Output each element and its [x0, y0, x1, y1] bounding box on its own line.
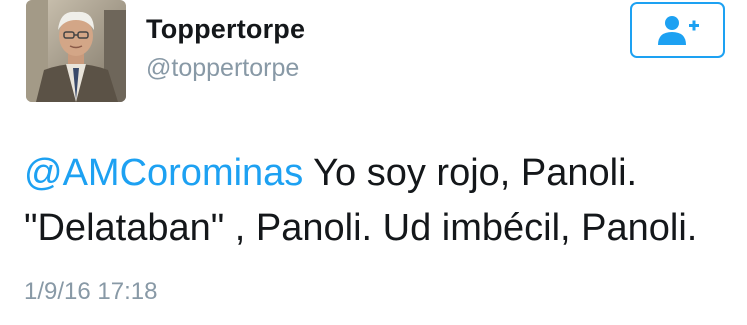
timestamp[interactable]: 1/9/16 17:18: [24, 278, 157, 306]
follow-button[interactable]: [630, 2, 725, 58]
tweet-line-1: @AMCorominas Yo soy rojo, Panoli.: [24, 146, 739, 201]
profile-photo-icon: [26, 0, 126, 102]
user-handle[interactable]: @toppertorpe: [146, 54, 299, 83]
tweet-text: @AMCorominas Yo soy rojo, Panoli. "Delat…: [24, 146, 739, 256]
tweet-card: Toppertorpe @toppertorpe @AMCorominas Yo…: [0, 0, 747, 325]
tweet-line-1-text: Yo soy rojo, Panoli.: [303, 152, 638, 194]
tweet-line-2: "Delataban" , Panoli. Ud imbécil, Panoli…: [24, 207, 698, 249]
follow-user-icon: [657, 16, 699, 45]
display-name[interactable]: Toppertorpe: [146, 14, 305, 45]
avatar[interactable]: [26, 0, 126, 102]
mention-link[interactable]: @AMCorominas: [24, 152, 303, 194]
